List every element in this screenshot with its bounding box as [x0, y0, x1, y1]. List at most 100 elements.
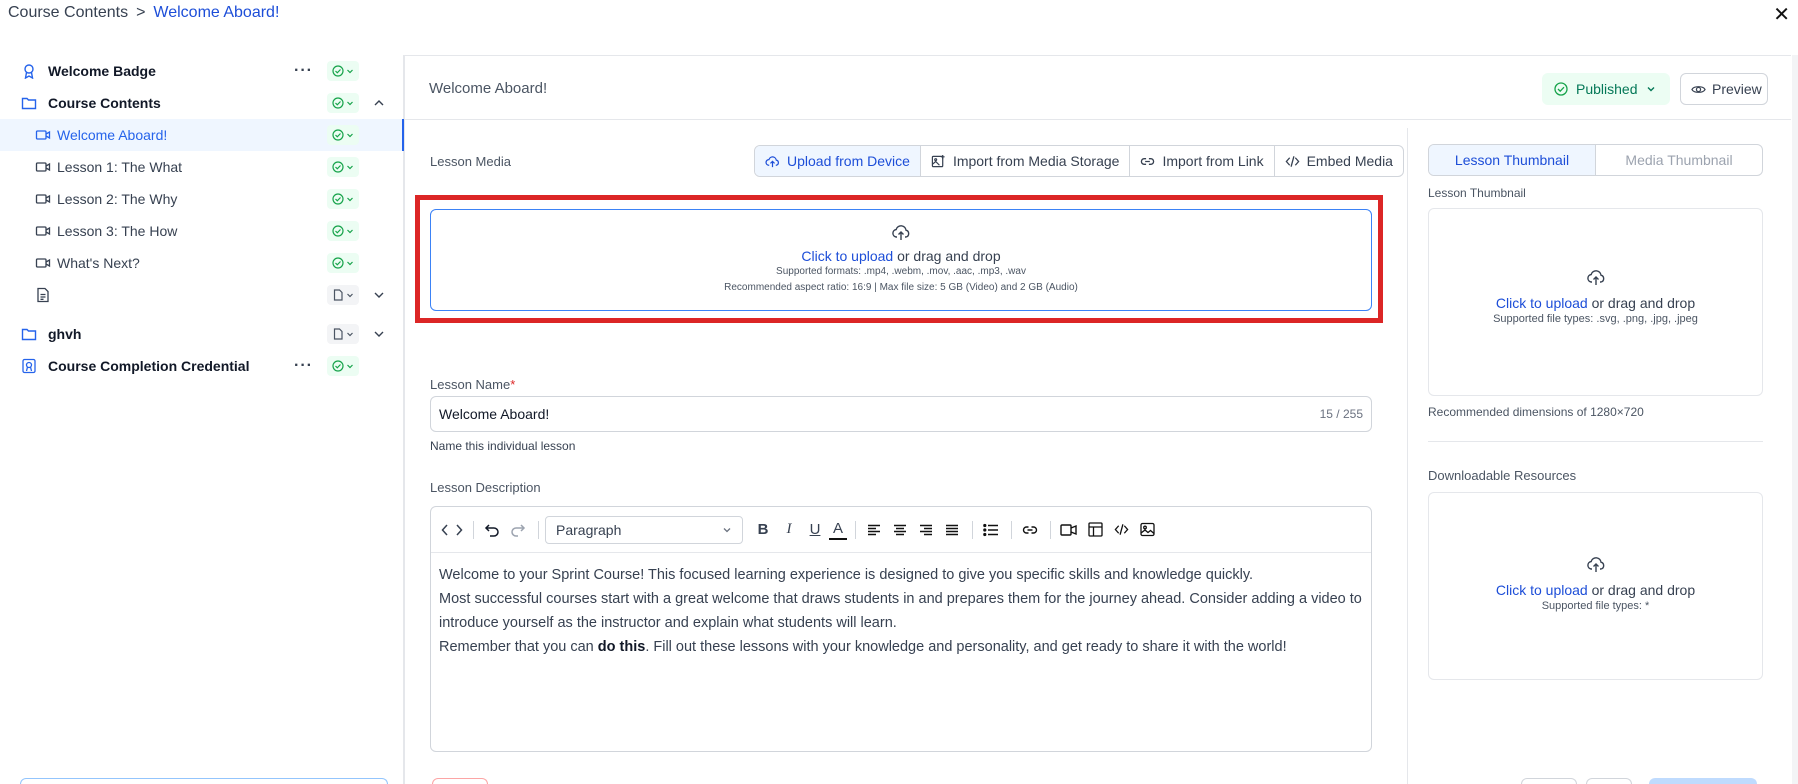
align-left-icon[interactable]	[862, 518, 886, 542]
toolbar-divider	[538, 520, 539, 539]
status-published-badge[interactable]	[327, 157, 359, 177]
breadcrumb-current: Welcome Aboard!	[153, 4, 280, 21]
sidebar-item-label: Course Contents	[48, 95, 161, 111]
delete-button[interactable]	[432, 778, 488, 784]
bullet-list-icon[interactable]	[979, 518, 1003, 542]
resources-file-types: Supported file types: *	[1541, 600, 1650, 612]
tab-label: Import from Link	[1162, 153, 1264, 169]
image-add-icon	[931, 154, 945, 167]
tab-upload-from-device[interactable]: Upload from Device	[755, 146, 921, 176]
more-options-icon[interactable]: ···	[294, 357, 313, 375]
resources-dropzone[interactable]: Click to upload or drag and drop Support…	[1428, 492, 1763, 680]
video-icon	[35, 127, 51, 143]
bold-icon[interactable]: B	[751, 518, 775, 542]
sidebar: Welcome Badge ··· Course Contents Welcom…	[0, 55, 404, 784]
sidebar-item-untitled-document[interactable]	[0, 279, 404, 311]
chevron-up-icon[interactable]	[372, 96, 386, 110]
text-color-icon[interactable]: A	[829, 520, 847, 540]
folder-icon	[21, 326, 37, 342]
media-source-tabs: Upload from Device Import from Media Sto…	[754, 145, 1404, 177]
certificate-icon	[21, 358, 37, 374]
status-published-badge[interactable]	[327, 253, 359, 273]
italic-icon[interactable]: I	[777, 518, 801, 542]
align-justify-icon[interactable]	[940, 518, 964, 542]
image-icon[interactable]	[1135, 518, 1159, 542]
block-format-select[interactable]: Paragraph	[545, 515, 743, 544]
media-dropzone[interactable]: Click to upload or drag and drop Support…	[430, 209, 1372, 311]
tab-import-from-media-storage[interactable]: Import from Media Storage	[921, 146, 1131, 176]
click-to-upload-link[interactable]: Click to upload	[1496, 295, 1588, 311]
required-asterisk: *	[510, 377, 516, 392]
folder-icon	[21, 95, 37, 111]
status-published-badge[interactable]	[327, 189, 359, 209]
sidebar-item-course-contents[interactable]: Course Contents	[0, 87, 404, 119]
status-published-badge[interactable]	[327, 356, 359, 376]
sidebar-item-welcome-aboard[interactable]: Welcome Aboard!	[0, 119, 404, 151]
click-to-upload-link[interactable]: Click to upload	[1496, 582, 1588, 598]
supported-formats-text: Supported formats: .mp4, .webm, .mov, .a…	[776, 266, 1026, 277]
publish-status-dropdown[interactable]: Published	[1542, 73, 1670, 105]
editor-content[interactable]: Welcome to your Sprint Course! This focu…	[431, 553, 1371, 669]
sidebar-item-lesson-3[interactable]: Lesson 3: The How	[0, 215, 404, 247]
lesson-name-hint: Name this individual lesson	[430, 439, 576, 453]
lesson-header: Welcome Aboard! Published Preview	[405, 55, 1791, 120]
table-icon[interactable]	[1083, 518, 1107, 542]
code-icon[interactable]	[1109, 518, 1133, 542]
tab-media-thumbnail[interactable]: Media Thumbnail	[1596, 145, 1762, 175]
preview-button[interactable]: Preview	[1680, 73, 1768, 105]
chevron-down-icon[interactable]	[372, 288, 386, 302]
link-icon[interactable]	[1018, 518, 1042, 542]
tab-import-from-link[interactable]: Import from Link	[1130, 146, 1275, 176]
toolbar-divider	[1011, 520, 1012, 539]
breadcrumb-parent[interactable]: Course Contents	[8, 4, 128, 22]
sidebar-item-label: Welcome Badge	[48, 63, 156, 79]
status-draft-badge[interactable]	[327, 285, 359, 305]
description-paragraph-3: Remember that you can do this. Fill out …	[439, 635, 1363, 659]
sidebar-item-whats-next[interactable]: What's Next?	[0, 247, 404, 279]
status-draft-badge[interactable]	[327, 324, 359, 344]
tab-embed-media[interactable]: Embed Media	[1275, 146, 1403, 176]
toolbar-divider	[473, 520, 474, 539]
status-published-badge[interactable]	[327, 125, 359, 145]
sidebar-item-ghvh[interactable]: ghvh	[0, 318, 404, 350]
sidebar-item-lesson-1[interactable]: Lesson 1: The What	[0, 151, 404, 183]
click-to-upload-link[interactable]: Click to upload	[801, 248, 893, 264]
more-options-icon[interactable]: ···	[294, 62, 313, 80]
block-format-value: Paragraph	[556, 521, 622, 538]
sidebar-footer-button[interactable]	[20, 778, 388, 784]
sidebar-item-label: Lesson 2: The Why	[57, 191, 178, 207]
lesson-name-label-text: Lesson Name	[430, 377, 511, 392]
undo-icon[interactable]	[480, 518, 504, 542]
description-paragraph-2: Most successful courses start with a gre…	[439, 591, 1362, 631]
file-limits-text: Recommended aspect ratio: 16:9 | Max fil…	[724, 282, 1078, 293]
underline-icon[interactable]: U	[803, 518, 827, 542]
tab-lesson-thumbnail[interactable]: Lesson Thumbnail	[1429, 145, 1596, 175]
cloud-upload-icon	[765, 155, 779, 167]
close-icon[interactable]: ✕	[1773, 2, 1790, 27]
media-embed-icon[interactable]	[1057, 518, 1081, 542]
source-code-icon[interactable]	[439, 518, 465, 542]
lesson-name-input[interactable]: Welcome Aboard! 15 / 255	[430, 396, 1372, 432]
footer-tertiary-button[interactable]	[1586, 778, 1632, 784]
sidebar-item-lesson-2[interactable]: Lesson 2: The Why	[0, 183, 404, 215]
chevron-down-icon[interactable]	[372, 327, 386, 341]
align-center-icon[interactable]	[888, 518, 912, 542]
video-icon	[35, 255, 51, 271]
redo-icon[interactable]	[506, 518, 530, 542]
link-icon	[1141, 157, 1155, 165]
status-published-badge[interactable]	[327, 221, 359, 241]
save-button[interactable]	[1649, 778, 1757, 784]
status-published-badge[interactable]	[327, 61, 359, 81]
sidebar-item-course-completion-credential[interactable]: Course Completion Credential ···	[0, 350, 404, 382]
downloadable-resources-label: Downloadable Resources	[1428, 468, 1577, 483]
toolbar-divider	[1050, 520, 1051, 539]
align-right-icon[interactable]	[914, 518, 938, 542]
footer-secondary-button[interactable]	[1521, 778, 1577, 784]
thumbnail-dropzone[interactable]: Click to upload or drag and drop Support…	[1428, 208, 1763, 396]
scrollbar[interactable]	[1792, 55, 1798, 784]
character-counter: 15 / 255	[1319, 407, 1363, 421]
sidebar-item-label: Course Completion Credential	[48, 358, 250, 374]
sidebar-item-welcome-badge[interactable]: Welcome Badge ···	[0, 55, 404, 87]
status-published-badge[interactable]	[327, 93, 359, 113]
chevron-down-icon	[723, 527, 731, 532]
